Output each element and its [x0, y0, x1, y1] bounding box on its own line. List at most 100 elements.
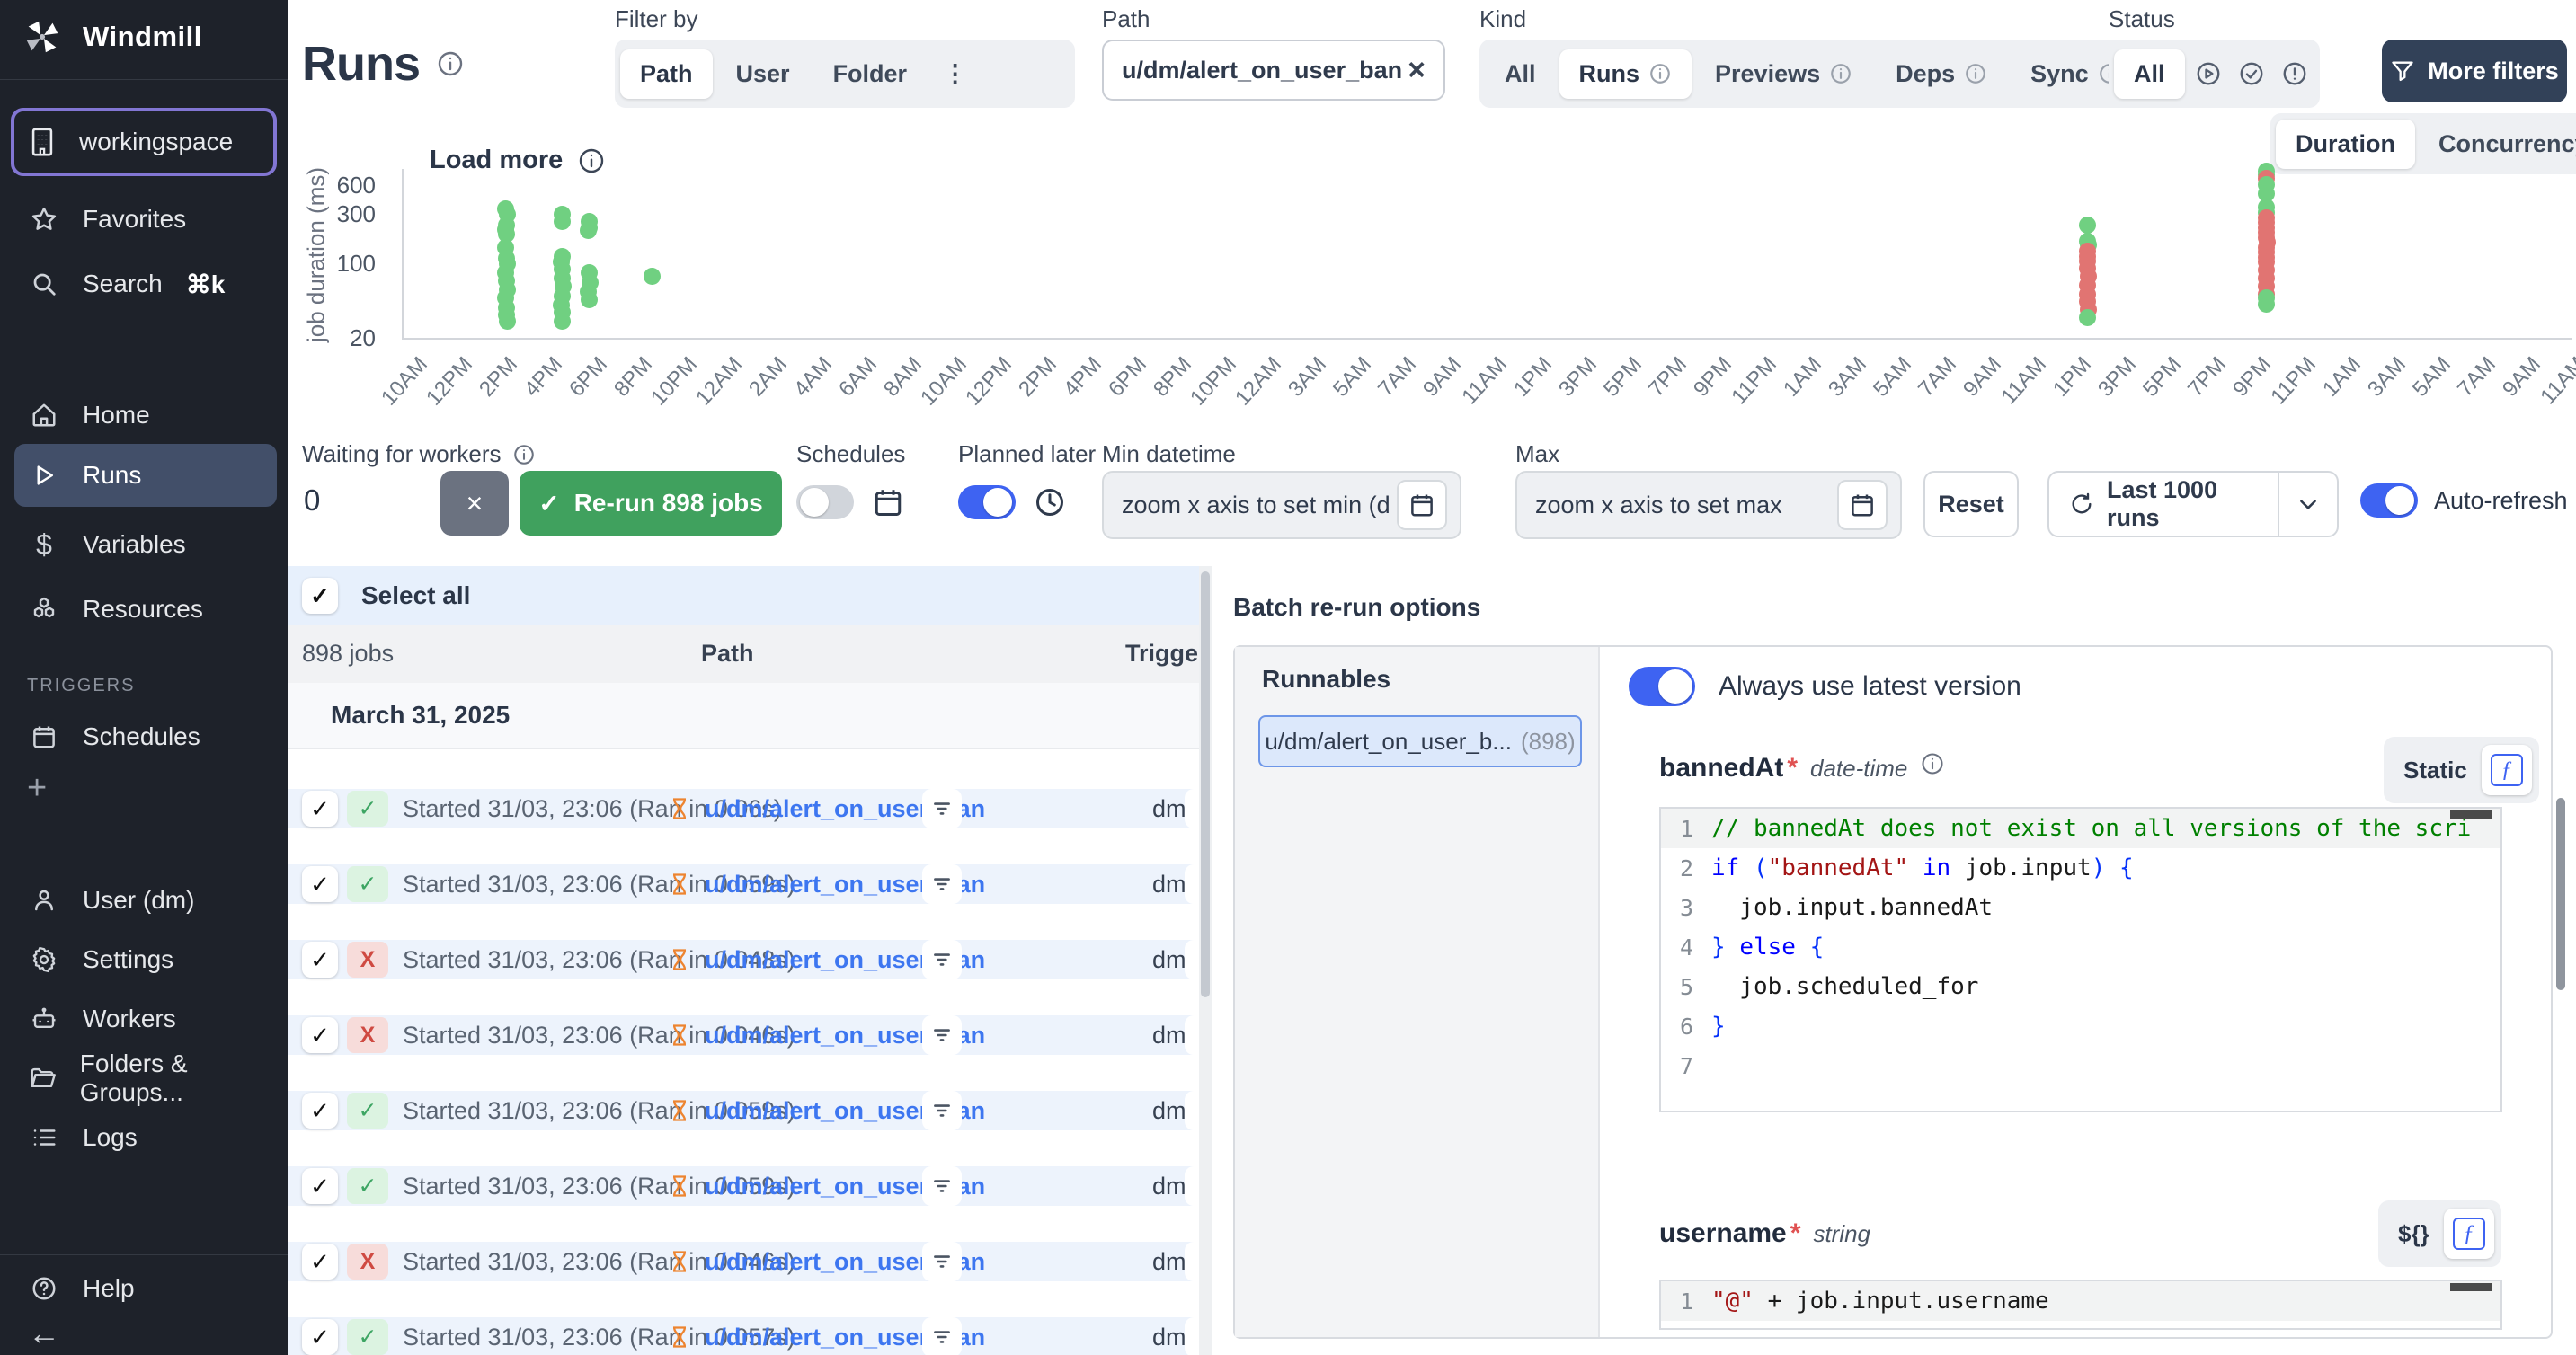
workspace-switcher[interactable]: workingspace	[11, 108, 277, 176]
success-point[interactable]	[580, 222, 597, 239]
table-scrollbar-thumb[interactable]	[1201, 571, 1210, 997]
row-checkbox[interactable]: ✓	[302, 1319, 338, 1355]
filter-by-path-button[interactable]	[922, 1166, 962, 1206]
more-filters-button[interactable]: More filters	[2382, 40, 2567, 102]
sidebar-item-logs[interactable]: Logs	[14, 1111, 277, 1165]
rerun-jobs-button[interactable]: ✓ Re-run 898 jobs	[520, 471, 782, 536]
mode-javascript-button[interactable]: ƒ	[2444, 1209, 2494, 1259]
auto-refresh-toggle[interactable]	[2360, 483, 2418, 518]
collapse-sidebar-button[interactable]: ←	[14, 1306, 277, 1355]
success-point[interactable]	[2079, 309, 2096, 326]
schedules-toggle[interactable]	[796, 485, 854, 519]
select-all-checkbox[interactable]: ✓	[302, 578, 338, 614]
row-checkbox[interactable]: ✓	[302, 1017, 338, 1053]
code-line[interactable]: 3 job.input.bannedAt	[1661, 888, 2500, 927]
table-row[interactable]: ✓✓Started 31/03, 23:06 (Ran in 0.06s)u/d…	[288, 789, 1212, 828]
sidebar-item-variables[interactable]: $ Variables	[14, 518, 277, 571]
code-line[interactable]: 1"@" + job.input.username	[1661, 1281, 2500, 1321]
kind-option-all[interactable]: All	[1485, 49, 1556, 99]
filter-by-path-button[interactable]	[922, 940, 962, 979]
kind-option-runs[interactable]: Runs	[1559, 49, 1692, 99]
sidebar-item-schedules[interactable]: Schedules	[14, 710, 277, 764]
sidebar-item-user[interactable]: User (dm)	[14, 873, 277, 927]
path-filter-input[interactable]: u/dm/alert_on_user_ban ×	[1102, 40, 1445, 101]
code-line[interactable]: 7	[1661, 1046, 2500, 1085]
sidebar-item-runs[interactable]: Runs	[14, 444, 277, 507]
status-success-icon[interactable]	[2232, 54, 2271, 93]
filter-by-path-button[interactable]	[922, 1091, 962, 1130]
success-point[interactable]	[554, 313, 571, 330]
status-running-icon[interactable]	[2189, 54, 2228, 93]
planned-later-toggle[interactable]	[958, 485, 1016, 519]
table-row[interactable]: ✓✓Started 31/03, 23:06 (Ran in 0.059s)u/…	[288, 1166, 1212, 1206]
runnable-item[interactable]: u/dm/alert_on_user_b... (898)	[1258, 715, 1582, 767]
table-row[interactable]: ✓XStarted 31/03, 23:06 (Ran in 0.048s)u/…	[288, 940, 1212, 979]
filter-by-path-button[interactable]	[922, 789, 962, 828]
code-line[interactable]: 1// bannedAt does not exist on all versi…	[1661, 809, 2500, 848]
sidebar-item-favorites[interactable]: Favorites	[14, 192, 277, 246]
success-point[interactable]	[2258, 296, 2275, 313]
row-checkbox[interactable]: ✓	[302, 1244, 338, 1280]
app-logo[interactable]: Windmill	[22, 16, 202, 58]
calendar-icon[interactable]	[1837, 480, 1888, 530]
filter-by-path-button[interactable]	[922, 864, 962, 904]
table-row[interactable]: ✓✓Started 31/03, 23:06 (Ran in 0.059s)u/…	[288, 1091, 1212, 1130]
sidebar-item-settings[interactable]: Settings	[14, 933, 277, 987]
editor-minimap-slider[interactable]	[2450, 810, 2492, 819]
tab-concurrency[interactable]: Concurrency	[2419, 120, 2576, 169]
load-more-button[interactable]: Load more	[430, 146, 606, 175]
success-point[interactable]	[2079, 217, 2096, 234]
username-code-editor[interactable]: 1"@" + job.input.username	[1659, 1280, 2502, 1330]
reset-button[interactable]: Reset	[1923, 471, 2019, 537]
row-checkbox[interactable]: ✓	[302, 1093, 338, 1129]
cancel-selection-button[interactable]: ×	[440, 471, 509, 536]
latest-version-toggle[interactable]	[1629, 667, 1695, 706]
table-row[interactable]: ✓XStarted 31/03, 23:06 (Ran in 0.046s)u/…	[288, 1015, 1212, 1055]
bannedat-code-editor[interactable]: 1// bannedAt does not exist on all versi…	[1659, 807, 2502, 1112]
max-datetime-input[interactable]: zoom x axis to set max	[1515, 471, 1902, 539]
sidebar-item-folders[interactable]: Folders & Groups...	[14, 1051, 277, 1105]
add-trigger-button[interactable]: +	[27, 769, 47, 808]
status-option-all[interactable]: All	[2114, 49, 2185, 99]
mode-static-button[interactable]: Static	[2391, 757, 2467, 784]
kind-option-previews[interactable]: Previews	[1695, 49, 1872, 99]
sidebar-item-search[interactable]: Search ⌘k	[14, 257, 277, 311]
code-line[interactable]: 6}	[1661, 1006, 2500, 1046]
info-icon[interactable]	[436, 49, 465, 78]
row-checkbox[interactable]: ✓	[302, 942, 338, 978]
table-row[interactable]: ✓XStarted 31/03, 23:06 (Ran in 0.046s)u/…	[288, 1242, 1212, 1281]
filter-more-options-button[interactable]: ⋮	[930, 49, 980, 99]
table-row[interactable]: ✓✓Started 31/03, 23:06 (Ran in 0.057s)u/…	[288, 1317, 1212, 1355]
code-line[interactable]: 5 job.scheduled_for	[1661, 967, 2500, 1006]
row-checkbox[interactable]: ✓	[302, 866, 338, 902]
row-checkbox[interactable]: ✓	[302, 1168, 338, 1204]
filter-option-path[interactable]: Path	[620, 49, 713, 99]
runs-range-dropdown[interactable]: Last 1000 runs	[2047, 471, 2339, 537]
mode-template-button[interactable]: ${}	[2385, 1220, 2429, 1248]
success-point[interactable]	[499, 313, 516, 330]
info-icon[interactable]	[1920, 751, 1945, 776]
success-point[interactable]	[554, 213, 571, 230]
calendar-icon[interactable]	[1397, 480, 1447, 530]
success-point[interactable]	[644, 268, 661, 285]
tab-duration[interactable]: Duration	[2276, 120, 2415, 169]
min-datetime-input[interactable]: zoom x axis to set min (dr	[1102, 471, 1461, 539]
table-row[interactable]: ✓✓Started 31/03, 23:06 (Ran in 0.059s)u/…	[288, 864, 1212, 904]
sidebar-item-home[interactable]: Home	[14, 388, 277, 442]
clear-path-icon[interactable]: ×	[1408, 55, 1426, 85]
status-failure-icon[interactable]	[2275, 54, 2314, 93]
code-line[interactable]: 4} else {	[1661, 927, 2500, 967]
sidebar-item-resources[interactable]: Resources	[14, 582, 277, 636]
sidebar-item-workers[interactable]: Workers	[14, 992, 277, 1046]
filter-option-folder[interactable]: Folder	[813, 49, 928, 99]
chevron-down-icon[interactable]	[2279, 492, 2337, 516]
code-line[interactable]: 2if ("bannedAt" in job.input) {	[1661, 848, 2500, 888]
panel-scrollbar-thumb[interactable]	[2556, 798, 2565, 990]
filter-by-path-button[interactable]	[922, 1317, 962, 1355]
select-all-row[interactable]: ✓ Select all	[288, 566, 1212, 625]
filter-by-path-button[interactable]	[922, 1242, 962, 1281]
editor-minimap-slider[interactable]	[2450, 1283, 2492, 1291]
success-point[interactable]	[581, 291, 598, 308]
filter-option-user[interactable]: User	[716, 49, 810, 99]
mode-javascript-button[interactable]: ƒ	[2482, 745, 2532, 795]
